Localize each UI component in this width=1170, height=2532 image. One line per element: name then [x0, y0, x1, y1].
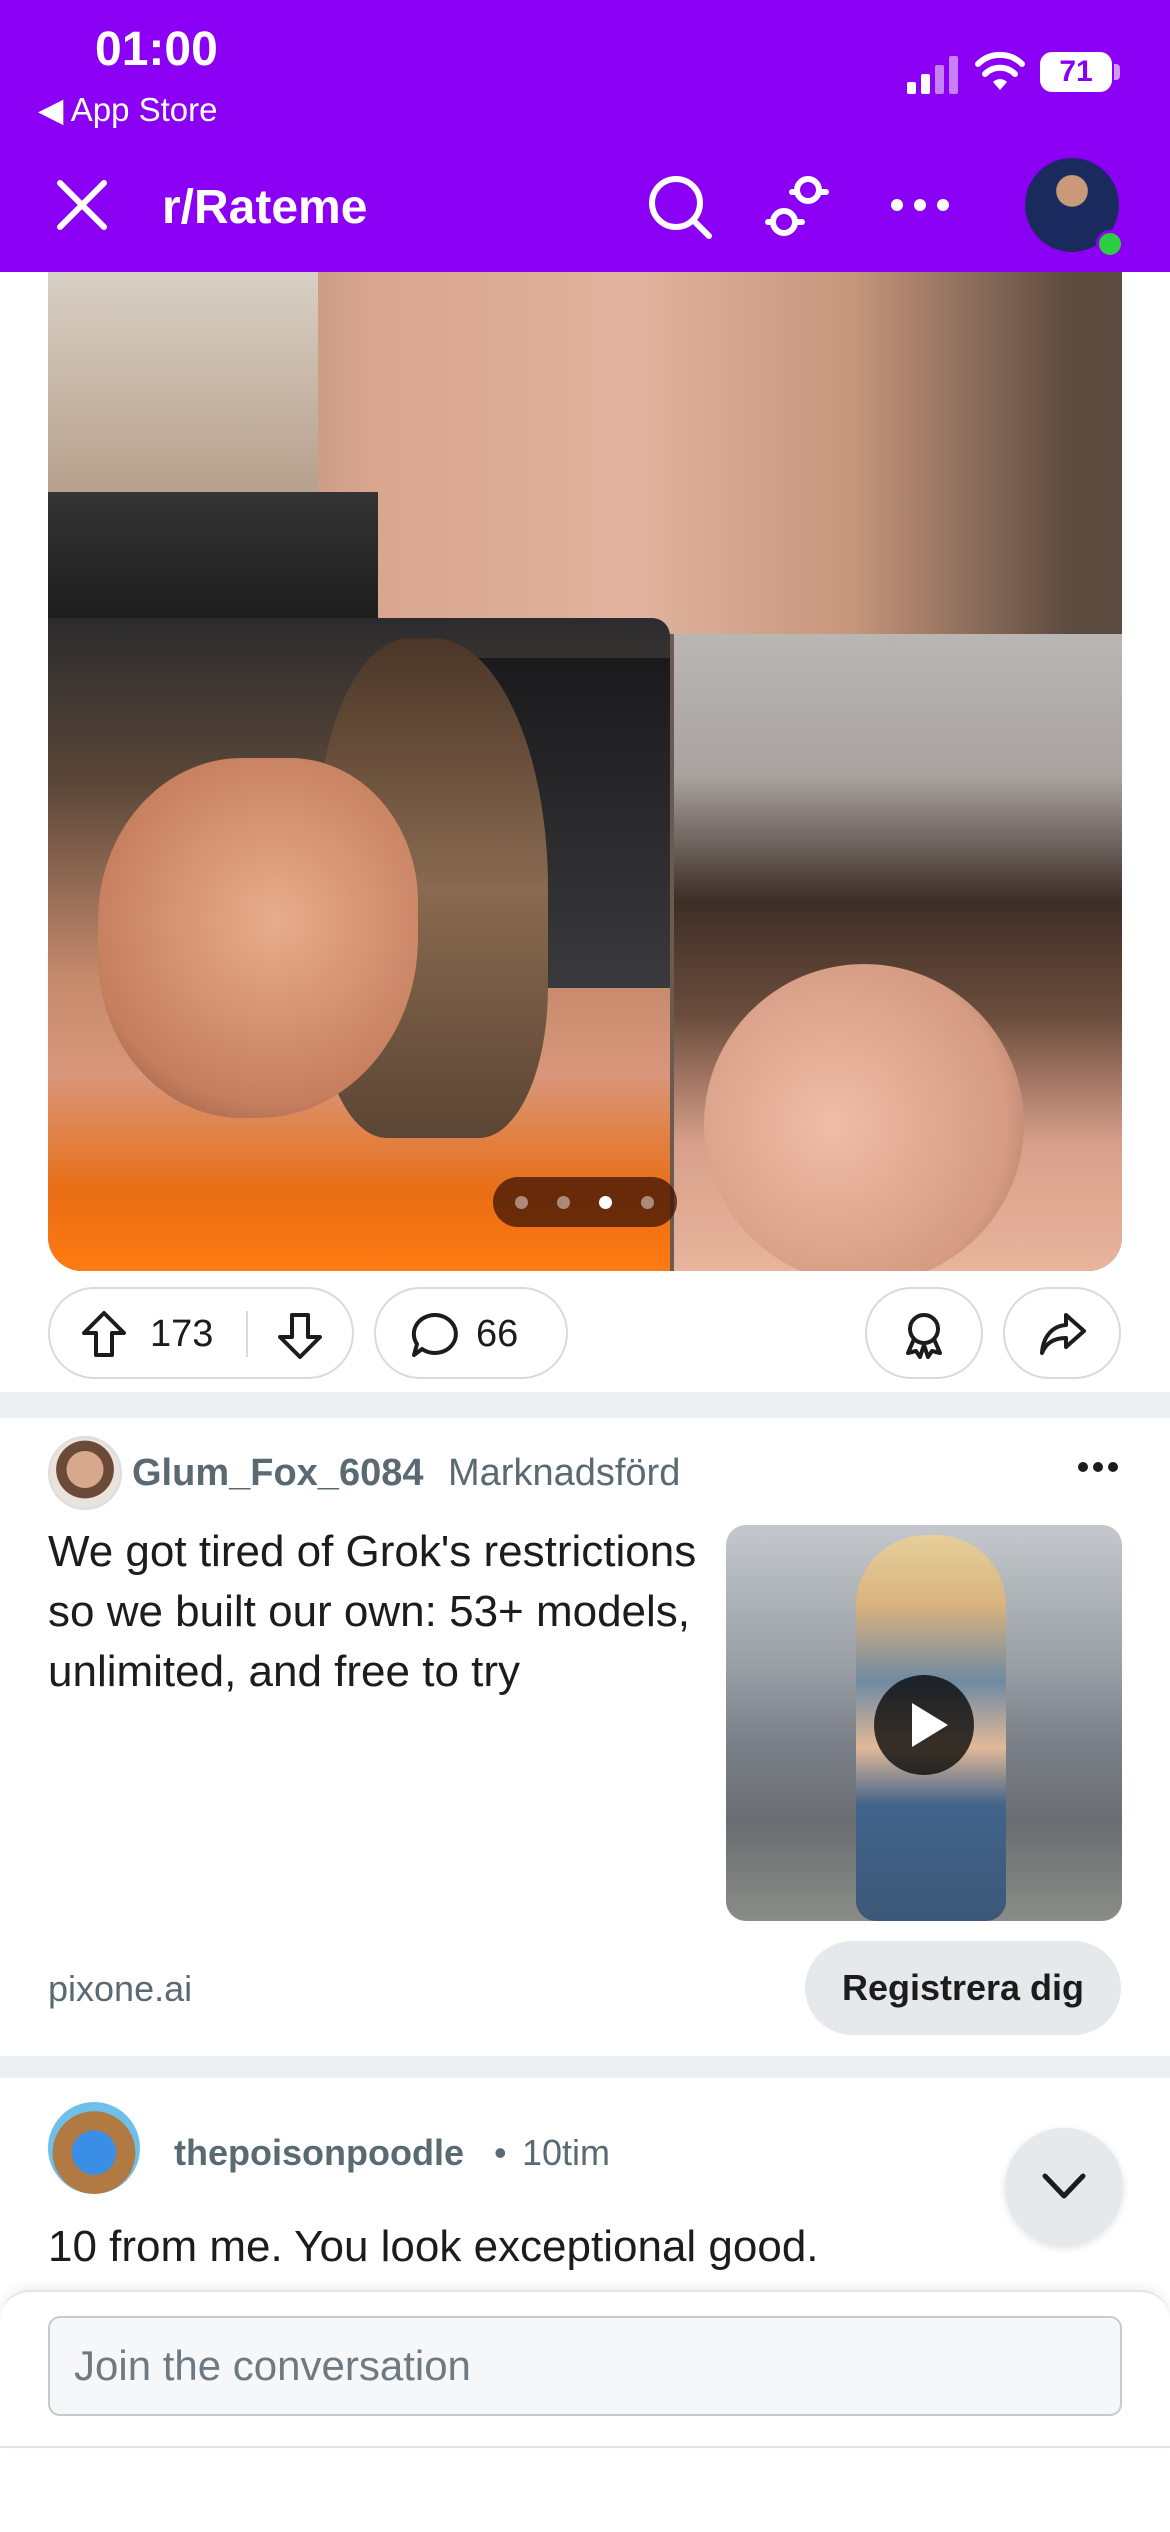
- join-conversation-input[interactable]: [48, 2316, 1122, 2416]
- wifi-icon: [975, 51, 1025, 90]
- battery-cap: [1114, 64, 1120, 80]
- app-header: 01:00 ◀ App Store 71 r/Rateme: [0, 0, 1170, 272]
- downvote-icon[interactable]: [276, 1311, 324, 1361]
- photo-face-profile: [704, 964, 1024, 1271]
- ad-video-thumbnail[interactable]: [726, 1525, 1122, 1921]
- signal-icon: [907, 56, 958, 94]
- status-time: 01:00: [95, 23, 218, 76]
- ad-domain[interactable]: pixone.ai: [48, 1968, 192, 2010]
- online-status-dot: [1096, 230, 1124, 258]
- commenter-avatar[interactable]: [48, 2102, 140, 2194]
- ad-username[interactable]: Glum_Fox_6084: [132, 1452, 423, 1495]
- carousel-dot-active: [599, 1196, 612, 1209]
- award-button[interactable]: [865, 1287, 983, 1379]
- promoted-label: Marknadsförd: [448, 1452, 681, 1494]
- comment-icon: [411, 1312, 458, 1357]
- upvote-icon[interactable]: [80, 1309, 128, 1359]
- share-button[interactable]: [1003, 1287, 1121, 1379]
- back-to-app-store-link[interactable]: ◀ App Store: [38, 90, 218, 129]
- bottom-divider: [0, 2446, 1170, 2448]
- vote-separator: [246, 1311, 248, 1357]
- vote-pill: 173: [48, 1287, 354, 1379]
- carousel-page-indicator[interactable]: [493, 1177, 677, 1227]
- battery-icon: 71: [1040, 52, 1112, 92]
- carousel-dot: [557, 1196, 570, 1209]
- ad-headline[interactable]: We got tired of Grok's restrictions so w…: [48, 1522, 718, 1702]
- post-image-carousel[interactable]: [48, 272, 1122, 1271]
- comment-body: 10 from me. You look exceptional good.: [48, 2222, 819, 2271]
- comment-username[interactable]: thepoisonpoodle: [174, 2132, 464, 2174]
- chevron-down-icon: [1042, 2173, 1086, 2199]
- more-icon[interactable]: [885, 180, 955, 230]
- subreddit-title[interactable]: r/Rateme: [162, 180, 367, 235]
- more-icon[interactable]: [1075, 1452, 1121, 1482]
- section-divider: [0, 2056, 1170, 2078]
- award-icon: [906, 1313, 942, 1359]
- play-icon[interactable]: [874, 1675, 974, 1775]
- search-icon[interactable]: [645, 172, 715, 242]
- collapse-comment-button[interactable]: [1005, 2128, 1123, 2246]
- upvote-count: 173: [150, 1313, 214, 1355]
- section-divider: [0, 1392, 1170, 1418]
- comment-count: 66: [476, 1313, 519, 1355]
- close-icon[interactable]: [52, 175, 112, 235]
- carousel-photo-left: [48, 618, 670, 1271]
- carousel-dot: [515, 1196, 528, 1209]
- filter-icon[interactable]: [762, 172, 832, 242]
- photo-car-dashboard: [48, 492, 378, 634]
- signup-button[interactable]: Registrera dig: [805, 1941, 1121, 2035]
- photo-face: [98, 758, 418, 1118]
- comments-button[interactable]: 66: [374, 1287, 568, 1379]
- photo-background-wall: [48, 272, 318, 492]
- carousel-photo-top: [48, 272, 1122, 634]
- comment-timestamp: 10tim: [522, 2132, 611, 2173]
- ad-avatar[interactable]: [48, 1436, 122, 1510]
- carousel-photo-right: [674, 634, 1122, 1271]
- share-icon: [1040, 1313, 1086, 1355]
- comment-meta-separator: •: [494, 2132, 507, 2173]
- carousel-dot: [641, 1196, 654, 1209]
